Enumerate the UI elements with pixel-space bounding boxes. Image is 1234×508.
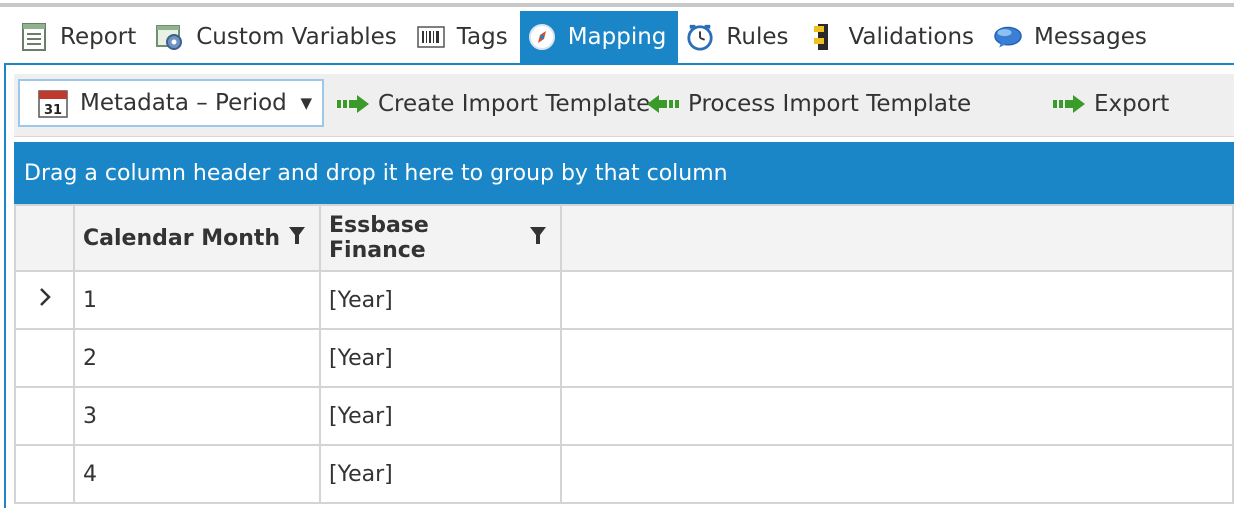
row-indicator-header — [14, 204, 75, 272]
mapping-grid: Calendar Month Essbase Finance 1 [Year] … — [14, 204, 1234, 504]
group-by-drop-area[interactable]: Drag a column header and drop it here to… — [14, 142, 1234, 204]
column-header-calendar-month[interactable]: Calendar Month — [73, 204, 321, 272]
filter-icon[interactable] — [289, 226, 305, 251]
calendar-icon: 31 — [38, 88, 68, 118]
cell-essbase-finance[interactable]: [Year] — [319, 328, 562, 388]
cell-calendar-month[interactable]: 4 — [73, 444, 321, 504]
metadata-selector-label: Metadata – Period — [80, 90, 287, 116]
cell-calendar-month[interactable]: 3 — [73, 386, 321, 446]
column-header-label: Essbase Finance — [329, 213, 429, 263]
process-import-template-label: Process Import Template — [688, 91, 972, 117]
table-row[interactable]: 1 [Year] — [14, 270, 1234, 330]
tab-validations-label: Validations — [848, 24, 975, 50]
cell-filler — [560, 328, 1234, 388]
table-row[interactable]: 4 [Year] — [14, 444, 1234, 504]
export-arrow-icon — [1052, 93, 1086, 115]
row-indicator[interactable] — [14, 270, 75, 330]
cell-calendar-month[interactable]: 2 — [73, 328, 321, 388]
arrow-left-icon — [646, 93, 680, 115]
metadata-selector[interactable]: 31 Metadata – Period ▼ — [18, 79, 324, 127]
validations-icon — [808, 23, 836, 51]
tab-rules-label: Rules — [726, 24, 789, 50]
chevron-down-icon: ▼ — [300, 94, 312, 112]
barcode-icon — [417, 23, 445, 51]
tab-mapping[interactable]: Mapping — [519, 11, 679, 63]
tab-messages-label: Messages — [1034, 24, 1147, 50]
tab-report[interactable]: Report — [12, 11, 148, 63]
cell-essbase-finance[interactable]: [Year] — [319, 270, 562, 330]
tab-report-label: Report — [60, 24, 137, 50]
cell-calendar-month[interactable]: 1 — [73, 270, 321, 330]
tab-tags-label: Tags — [456, 24, 508, 50]
process-import-template-button[interactable]: Process Import Template — [646, 88, 971, 120]
export-label: Export — [1094, 91, 1170, 117]
row-indicator[interactable] — [14, 386, 75, 446]
arrow-right-icon — [336, 93, 370, 115]
filler-header — [560, 204, 1234, 272]
speech-bubble-icon — [994, 23, 1022, 51]
tab-messages[interactable]: Messages — [986, 11, 1159, 63]
tab-mapping-label: Mapping — [567, 24, 667, 50]
cell-filler — [560, 270, 1234, 330]
create-import-template-label: Create Import Template — [378, 91, 651, 117]
custom-variables-icon — [156, 23, 184, 51]
table-row[interactable]: 2 [Year] — [14, 328, 1234, 388]
export-button[interactable]: Export — [1052, 88, 1169, 120]
cell-filler — [560, 444, 1234, 504]
create-import-template-button[interactable]: Create Import Template — [336, 88, 650, 120]
cell-filler — [560, 386, 1234, 446]
calendar-day: 31 — [44, 103, 62, 118]
cell-essbase-finance[interactable]: [Year] — [319, 444, 562, 504]
toolbar: 31 Metadata – Period ▼ Create Import Tem… — [14, 74, 1234, 137]
tab-bar: Report Custom Variables Tags Mapping Rul… — [12, 11, 1159, 63]
grid-header-row: Calendar Month Essbase Finance — [14, 204, 1234, 272]
tab-tags[interactable]: Tags — [409, 11, 520, 63]
tab-rules[interactable]: Rules — [678, 11, 800, 63]
top-divider — [0, 3, 1234, 7]
tab-validations[interactable]: Validations — [800, 11, 986, 63]
tab-custom-variables-label: Custom Variables — [196, 24, 397, 50]
column-header-label: Calendar Month — [83, 225, 281, 251]
cell-essbase-finance[interactable]: [Year] — [319, 386, 562, 446]
group-by-hint: Drag a column header and drop it here to… — [24, 160, 728, 186]
compass-icon — [528, 23, 556, 51]
tab-custom-variables[interactable]: Custom Variables — [148, 11, 409, 63]
row-indicator[interactable] — [14, 328, 75, 388]
row-indicator[interactable] — [14, 444, 75, 504]
clock-icon — [686, 23, 714, 51]
chevron-right-icon — [38, 288, 52, 313]
table-row[interactable]: 3 [Year] — [14, 386, 1234, 446]
report-icon — [20, 23, 48, 51]
filter-icon[interactable] — [530, 226, 546, 251]
column-header-essbase-finance[interactable]: Essbase Finance — [319, 204, 562, 272]
